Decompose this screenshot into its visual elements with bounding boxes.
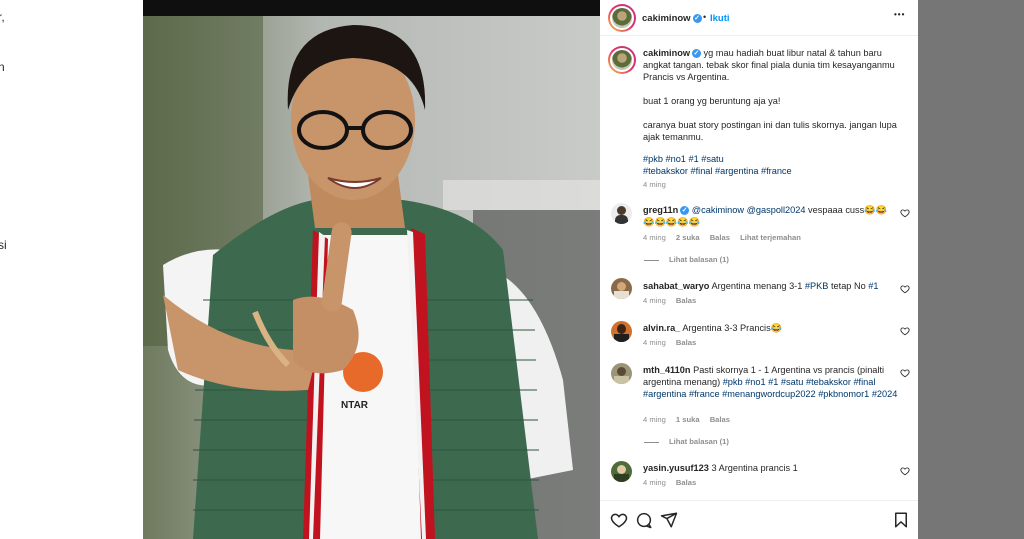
post-photo[interactable]: NTAR	[143, 0, 600, 539]
heart-icon[interactable]	[900, 208, 910, 218]
comment-likes[interactable]: 1 suka	[676, 415, 700, 424]
post-header: cakiminow ✓ • Ikuti •••	[600, 0, 918, 36]
comment-meta: 4 ming Balas	[643, 296, 696, 305]
verified-icon: ✓	[691, 49, 701, 59]
share-icon[interactable]	[660, 511, 678, 529]
hashtag-link[interactable]: #PKB	[805, 281, 829, 291]
caption-hashtags-2[interactable]: #tebakskor #final #argentina #france	[643, 165, 905, 177]
modal-overlay-right[interactable]	[918, 0, 1024, 539]
comment-text: alvin.ra_ Argentina 3-3 Prancis😂	[643, 322, 905, 334]
comment-time[interactable]: 4 ming	[643, 415, 666, 424]
verified-icon: ✓	[680, 206, 690, 216]
caption-username[interactable]: cakiminow	[643, 48, 690, 58]
comment-time[interactable]: 4 ming	[643, 478, 666, 487]
more-options-icon[interactable]: •••	[894, 10, 905, 19]
comment-body: vespaaa cuss😂😂	[808, 205, 888, 215]
author-username-text[interactable]: cakiminow	[642, 13, 691, 24]
comments-scroll-area[interactable]: cakiminow ✓ yg mau hadiah buat libur nata…	[600, 37, 918, 499]
post-action-bar	[600, 500, 918, 539]
shirt-text: NTAR	[341, 400, 369, 411]
reply-button[interactable]: Balas	[676, 478, 696, 487]
bookmark-icon[interactable]	[892, 511, 910, 529]
view-replies-button[interactable]: Lihat balasan (1)	[644, 255, 729, 264]
comment-body: Argentina 3-3 Prancis😂	[682, 323, 783, 333]
commenter-avatar[interactable]	[611, 203, 632, 224]
comment-body: 3 Argentina prancis 1	[711, 463, 798, 473]
background-text: r,	[0, 10, 5, 24]
comment-meta: 4 ming 2 suka Balas Lihat terjemahan	[643, 233, 801, 242]
comment-username[interactable]: alvin.ra_	[643, 323, 680, 333]
reply-button[interactable]: Balas	[676, 296, 696, 305]
comment-time[interactable]: 4 ming	[643, 296, 666, 305]
separator-dot: •	[703, 12, 707, 22]
comment-meta: 4 ming 1 suka Balas	[643, 415, 730, 424]
comment-meta: 4 ming Balas	[643, 478, 696, 487]
comment-text: greg11n ✓ @cakiminow @gaspoll2024 vespaaa…	[643, 204, 905, 228]
caption-avatar[interactable]	[608, 46, 636, 74]
commenter-avatar[interactable]	[611, 363, 632, 384]
reply-button[interactable]: Balas	[710, 415, 730, 424]
view-replies-button[interactable]: Lihat balasan (1)	[644, 437, 729, 446]
hashtag-link[interactable]: #1	[868, 281, 878, 291]
comment-time[interactable]: 4 ming	[643, 233, 666, 242]
comment-username[interactable]: greg11n	[643, 205, 678, 215]
post-details-panel: cakiminow ✓ • Ikuti ••• cakiminow ✓ yg mau…	[600, 0, 918, 539]
heart-icon[interactable]	[900, 284, 910, 294]
comment-text: yasin.yusuf123 3 Argentina prancis 1	[643, 462, 905, 474]
commenter-avatar[interactable]	[611, 278, 632, 299]
author-avatar[interactable]	[608, 4, 636, 32]
like-heart-icon[interactable]	[610, 511, 628, 529]
caption-hashtags-1[interactable]: #pkb #no1 #1 #satu	[643, 153, 905, 165]
comment-text: mth_4110n Pasti skornya 1 - 1 Argentina …	[643, 364, 905, 400]
mention-link[interactable]: @cakiminow	[692, 205, 744, 215]
heart-icon[interactable]	[900, 326, 910, 336]
verified-icon: ✓	[692, 13, 702, 23]
comment-text: sahabat_waryo Argentina menang 3-1 #PKB …	[643, 280, 905, 292]
reply-button[interactable]: Balas	[710, 233, 730, 242]
comment-body: tetap No	[830, 281, 866, 291]
comment-icon[interactable]	[635, 511, 653, 529]
caption-time[interactable]: 4 ming	[643, 180, 666, 189]
comment-meta: 4 ming Balas	[643, 338, 696, 347]
background-text: si	[0, 238, 7, 252]
caption-line-3: caranya buat story postingan ini dan tul…	[643, 120, 897, 142]
heart-icon[interactable]	[900, 466, 910, 476]
background-page: r, n si	[0, 0, 143, 539]
person-photo-illustration: NTAR	[143, 0, 600, 539]
comment-body: 😂😂😂😂😂	[643, 217, 701, 227]
comment-time[interactable]: 4 ming	[643, 338, 666, 347]
comment-username[interactable]: sahabat_waryo	[643, 281, 709, 291]
comment-username[interactable]: mth_4110n	[643, 365, 691, 375]
commenter-avatar[interactable]	[611, 461, 632, 482]
heart-icon[interactable]	[900, 368, 910, 378]
caption-text: cakiminow ✓ yg mau hadiah buat libur nata…	[643, 47, 905, 83]
translate-button[interactable]: Lihat terjemahan	[740, 233, 801, 242]
caption-line-2: buat 1 orang yg beruntung aja ya!	[643, 96, 781, 106]
comment-likes[interactable]: 2 suka	[676, 233, 700, 242]
author-username[interactable]: cakiminow ✓	[642, 13, 702, 24]
comment-body: Argentina menang 3-1	[711, 281, 803, 291]
commenter-avatar[interactable]	[611, 321, 632, 342]
background-text: n	[0, 60, 5, 74]
comment-username[interactable]: yasin.yusuf123	[643, 463, 709, 473]
reply-button[interactable]: Balas	[676, 338, 696, 347]
mention-link[interactable]: @gaspoll2024	[747, 205, 806, 215]
follow-button[interactable]: Ikuti	[710, 13, 730, 24]
